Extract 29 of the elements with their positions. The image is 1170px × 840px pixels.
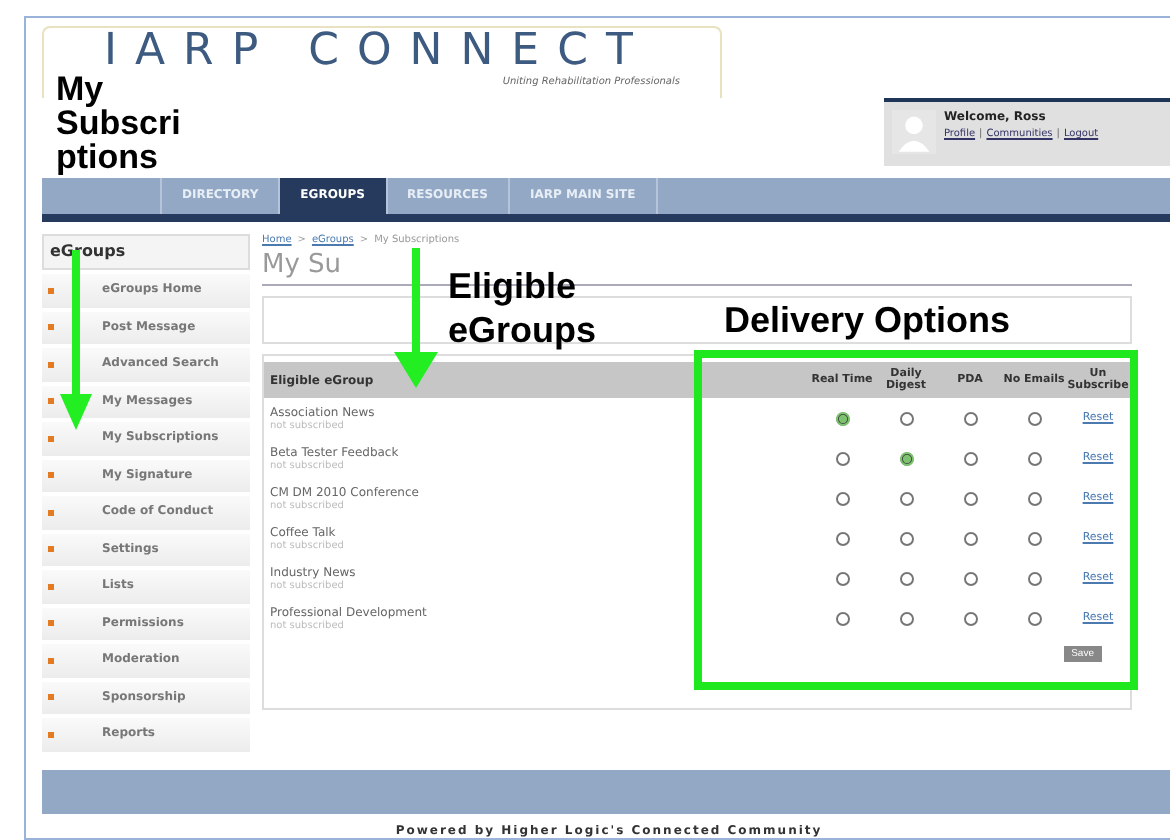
radio-button[interactable] [835, 611, 849, 625]
radio-button[interactable] [899, 411, 913, 425]
radio-button[interactable] [1027, 491, 1041, 505]
radio-button[interactable] [1027, 411, 1041, 425]
radio-button[interactable] [899, 611, 913, 625]
radio-button[interactable] [963, 571, 977, 585]
radio-button[interactable] [963, 451, 977, 465]
radio-button[interactable] [899, 451, 913, 465]
radio-button[interactable] [835, 491, 849, 505]
avatar-icon [892, 110, 936, 154]
radio-button[interactable] [899, 571, 913, 585]
site-logo: IARP CONNECT [104, 28, 653, 76]
radio-button[interactable] [963, 411, 977, 425]
radio-button[interactable] [1027, 531, 1041, 545]
radio-button[interactable] [835, 411, 849, 425]
radio-button[interactable] [835, 571, 849, 585]
annotation-label: My Subscri ptions [56, 72, 183, 174]
radio-button[interactable] [835, 531, 849, 545]
annotation-label: Delivery Options [724, 300, 1011, 340]
arrow-icon [392, 248, 440, 388]
radio-button[interactable] [899, 491, 913, 505]
radio-button[interactable] [963, 531, 977, 545]
radio-button[interactable] [899, 531, 913, 545]
radio-button[interactable] [963, 611, 977, 625]
radio-button[interactable] [835, 451, 849, 465]
radio-button[interactable] [963, 491, 977, 505]
radio-button[interactable] [1027, 451, 1041, 465]
radio-button[interactable] [1027, 611, 1041, 625]
radio-button[interactable] [1027, 571, 1041, 585]
